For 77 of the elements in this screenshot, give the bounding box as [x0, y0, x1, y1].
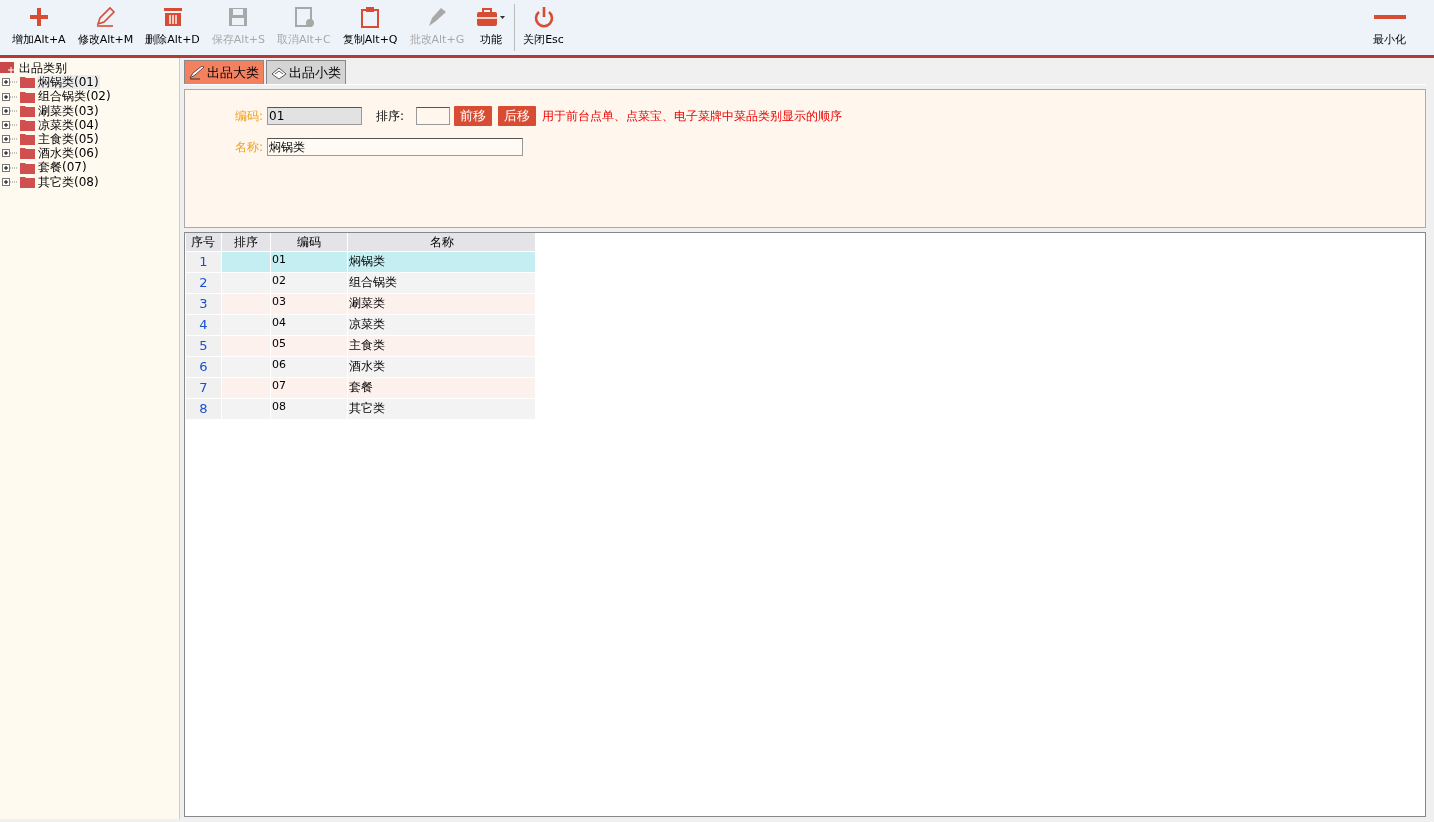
field-label: 排序:	[376, 108, 405, 125]
folder-icon	[20, 76, 35, 89]
pencil-icon	[94, 6, 117, 29]
trash-icon	[161, 6, 184, 29]
expand-icon[interactable]	[2, 76, 18, 89]
expand-icon[interactable]	[2, 175, 18, 188]
brush-icon	[189, 65, 205, 80]
table-cell: 1	[185, 251, 222, 273]
toolbar-button[interactable]: 修改Alt+M	[71, 0, 140, 55]
folder-icon	[20, 104, 35, 117]
table-cell: 焖锅类	[347, 251, 536, 273]
plus-icon	[27, 6, 50, 29]
table-cell: 6	[185, 356, 222, 378]
table-cell: 3	[185, 293, 222, 315]
toolbar-button[interactable]: 删除Alt+D	[139, 0, 206, 55]
table-cell: 2	[185, 272, 222, 294]
tree-node[interactable]: 凉菜类(04)	[37, 117, 100, 132]
column-header[interactable]: 名称	[347, 233, 536, 252]
table-cell: 8	[185, 398, 222, 420]
move-up-button[interactable]: 前移	[454, 106, 493, 126]
tree-node[interactable]: 其它类(08)	[37, 174, 100, 189]
table-row[interactable]: 8 08 其它类	[185, 398, 536, 420]
expand-icon[interactable]	[2, 147, 18, 160]
table-cell: 7	[185, 377, 222, 399]
folder-icon	[20, 118, 35, 131]
order-field[interactable]	[416, 107, 451, 125]
minimize-icon	[1373, 15, 1406, 20]
table-row[interactable]: 1 01 焖锅类	[185, 251, 536, 273]
column-header[interactable]: 排序	[221, 233, 271, 252]
table-row[interactable]: 3 03 涮菜类	[185, 293, 536, 315]
table-cell: 4	[185, 314, 222, 336]
clipboard-icon	[359, 6, 382, 29]
folder-icon	[0, 62, 16, 75]
folder-icon	[20, 147, 35, 160]
table-row[interactable]: 4 04 凉菜类	[185, 314, 536, 336]
column-header[interactable]: 序号	[185, 233, 222, 252]
column-header[interactable]: 编码	[270, 233, 348, 252]
tree-node[interactable]: 组合锅类(02)	[37, 89, 112, 104]
code-field[interactable]: 01	[267, 107, 363, 125]
table-row[interactable]: 2 02 组合锅类	[185, 272, 536, 294]
tree-node[interactable]: 涮菜类(03)	[37, 103, 100, 118]
folder-icon	[20, 90, 35, 103]
tree-node[interactable]: 套餐(07)	[37, 160, 88, 175]
tab[interactable]: 出品小类	[266, 60, 346, 84]
name-field[interactable]: 焖锅类	[267, 138, 524, 156]
move-down-button[interactable]: 后移	[498, 106, 537, 126]
table-row[interactable]: 6 06 酒水类	[185, 356, 536, 378]
tree-node[interactable]: 主食类(05)	[37, 132, 100, 147]
expand-icon[interactable]	[2, 118, 18, 131]
toolbar-button[interactable]: 复制Alt+Q	[336, 0, 404, 55]
table-cell	[221, 251, 271, 273]
expand-icon[interactable]	[2, 90, 18, 103]
folder-icon	[20, 161, 35, 174]
toolbar-button[interactable]: 功能	[470, 0, 513, 55]
table-row[interactable]: 5 05 主食类	[185, 335, 536, 357]
toolbar-button[interactable]: 关闭Esc	[517, 0, 570, 55]
minimize-button[interactable]: 最小化	[1367, 0, 1412, 55]
tree-node[interactable]: 酒水类(06)	[37, 146, 100, 161]
toolbar-button[interactable]: 增加Alt+A	[6, 0, 72, 55]
folder-icon	[20, 175, 35, 188]
table-cell: 5	[185, 335, 222, 357]
power-icon	[532, 6, 555, 29]
floppy-icon	[227, 6, 250, 29]
toolbox-icon	[476, 6, 507, 29]
expand-icon[interactable]	[2, 104, 18, 117]
expand-icon[interactable]	[2, 133, 18, 146]
expand-icon[interactable]	[2, 161, 18, 174]
field-label: 编码:	[235, 108, 264, 125]
folder-icon	[20, 133, 35, 146]
tree-node[interactable]: 出品类别	[18, 61, 68, 76]
document-icon	[292, 6, 315, 29]
table-cell: 01	[270, 251, 348, 273]
hint-text: 用于前台点单、点菜宝、电子菜牌中菜品类别显示的顺序	[542, 108, 843, 125]
field-label: 名称:	[235, 139, 264, 156]
table-row[interactable]: 7 07 套餐	[185, 377, 536, 399]
tab[interactable]: 出品大类	[184, 60, 264, 84]
tree-node[interactable]: 焖锅类(01)	[37, 75, 100, 90]
